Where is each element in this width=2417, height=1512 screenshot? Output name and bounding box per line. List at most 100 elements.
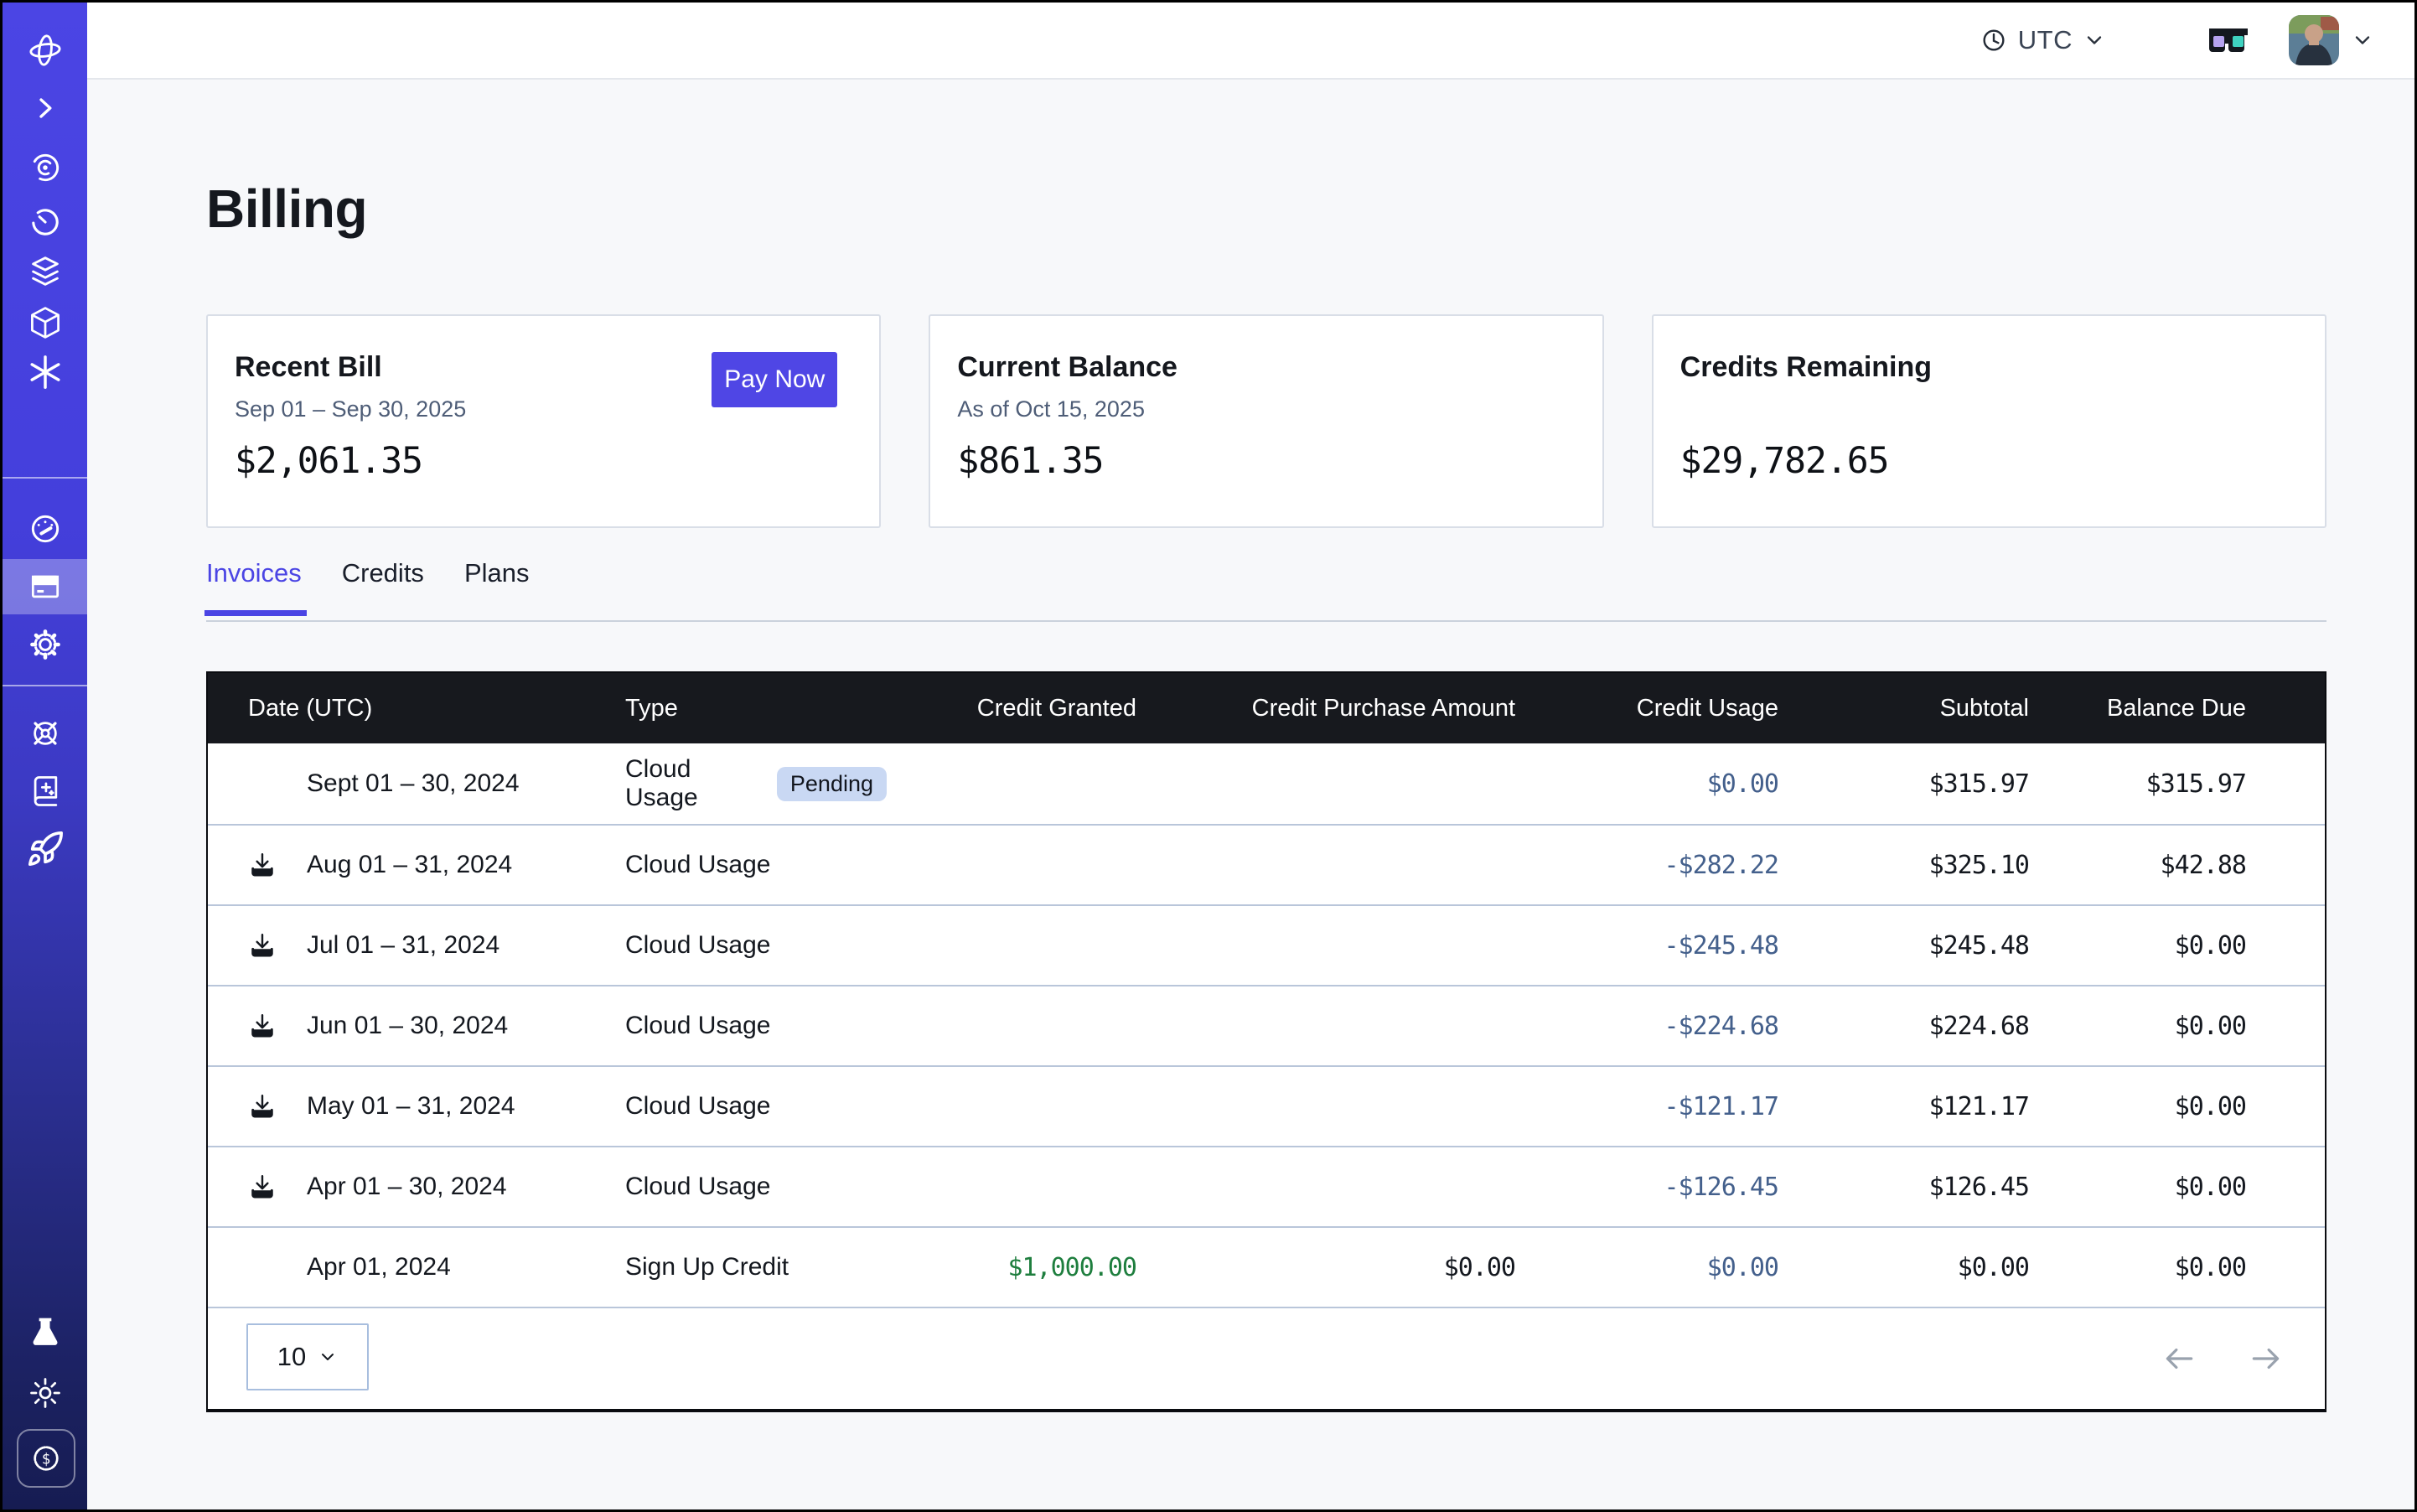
account-menu-button[interactable]	[2351, 28, 2374, 52]
table-pagination: 10	[208, 1307, 2325, 1409]
invoice-date: Apr 01 – 30, 2024	[307, 1173, 507, 1201]
tabs-baseline	[206, 620, 2326, 622]
subtotal-value: $0.00	[1778, 1253, 2029, 1282]
table-row: Jun 01 – 30, 2024Cloud Usage-$224.68$224…	[208, 985, 2325, 1065]
billing-page: $ UTC	[0, 0, 2417, 1512]
credit-usage-value: -$282.22	[1515, 851, 1778, 880]
view-mode-button[interactable]	[2207, 25, 2250, 55]
chevron-down-icon	[318, 1347, 338, 1367]
invoice-date-cell: Jun 01 – 30, 2024	[248, 1012, 625, 1040]
balance-due-value: $315.97	[2029, 769, 2246, 799]
credit-usage-value: $0.00	[1515, 769, 1778, 799]
download-invoice-button[interactable]	[248, 931, 307, 960]
invoice-type: Cloud Usage	[625, 931, 770, 960]
table-row: Aug 01 – 31, 2024Cloud Usage-$282.22$325…	[208, 824, 2325, 904]
invoice-type: Cloud Usage	[625, 1092, 770, 1121]
column-header: Balance Due	[2029, 695, 2246, 722]
tab-label: Plans	[464, 558, 530, 588]
page-size-select[interactable]: 10	[246, 1323, 369, 1390]
invoice-date: Jun 01 – 30, 2024	[307, 1012, 508, 1040]
invoice-type: Cloud Usage	[625, 755, 757, 812]
subtotal-value: $245.48	[1778, 931, 2029, 961]
download-icon	[248, 1173, 277, 1201]
tab-credits[interactable]: Credits	[342, 558, 424, 615]
radar-eye-icon[interactable]	[3, 141, 87, 194]
balance-due-value: $0.00	[2029, 931, 2246, 961]
download-icon	[248, 1012, 277, 1040]
avatar[interactable]	[2289, 15, 2339, 65]
table-row: Apr 01 – 30, 2024Cloud Usage-$126.45$126…	[208, 1146, 2325, 1226]
credit-granted-value: $1,000.00	[887, 1253, 1136, 1282]
invoice-date: Sept 01 – 30, 2024	[307, 769, 520, 798]
card-title: Credits Remaining	[1680, 351, 1932, 384]
svg-text:$: $	[42, 1451, 50, 1468]
credit-usage-value: -$126.45	[1515, 1173, 1778, 1202]
sun-icon[interactable]	[3, 1366, 87, 1420]
arrow-left-icon	[2161, 1341, 2197, 1376]
credit-usage-value: -$245.48	[1515, 931, 1778, 961]
card-title: Recent Bill	[235, 351, 382, 384]
layers-icon[interactable]	[3, 245, 87, 298]
tab-plans[interactable]: Plans	[464, 558, 530, 615]
gauge-icon[interactable]	[3, 502, 87, 556]
tab-invoices[interactable]: Invoices	[206, 558, 302, 615]
invoice-date-cell: Jul 01 – 31, 2024	[248, 931, 625, 960]
invoice-type: Sign Up Credit	[625, 1253, 789, 1282]
chevron-right-icon[interactable]	[3, 81, 87, 135]
download-invoice-button[interactable]	[248, 1012, 307, 1040]
balance-due-value: $42.88	[2029, 851, 2246, 880]
table-row: Apr 01, 2024Sign Up Credit$1,000.00$0.00…	[208, 1226, 2325, 1307]
invoice-type-cell: Cloud Usage	[625, 1012, 887, 1040]
invoice-type-cell: Cloud Usage	[625, 931, 887, 960]
next-page-button[interactable]	[2243, 1335, 2290, 1382]
helm-wheel-icon[interactable]	[3, 707, 87, 760]
invoice-type: Cloud Usage	[625, 1173, 770, 1201]
download-icon	[248, 851, 277, 879]
current-balance-card: Current Balance As of Oct 15, 2025 $861.…	[929, 314, 1603, 528]
sidebar-divider	[3, 685, 87, 686]
invoice-type-cell: Sign Up Credit	[625, 1253, 887, 1282]
cube-icon[interactable]	[3, 296, 87, 350]
credit-usage-value: $0.00	[1515, 1253, 1778, 1282]
invoice-date-cell: Apr 01 – 30, 2024	[248, 1173, 625, 1201]
credit-usage-value: -$121.17	[1515, 1092, 1778, 1121]
credits-badge-button[interactable]: $	[17, 1429, 75, 1488]
asterisk-icon[interactable]	[3, 345, 87, 399]
prev-page-button[interactable]	[2156, 1335, 2202, 1382]
table-row: Sept 01 – 30, 2024 Cloud Usage Pending $0.0…	[208, 743, 2325, 824]
book-sparkles-icon[interactable]	[3, 764, 87, 818]
billing-tabs: Invoices Credits Plans	[206, 558, 2326, 622]
rocket-icon[interactable]	[3, 822, 87, 876]
column-header: Date (UTC)	[248, 695, 625, 722]
invoice-type-cell: Cloud Usage Pending	[625, 755, 887, 812]
credits-remaining-amount: $29,782.65	[1680, 440, 1889, 482]
download-invoice-button[interactable]	[248, 851, 307, 879]
card-subtitle: Sep 01 – Sep 30, 2025	[235, 396, 466, 422]
column-header: Subtotal	[1778, 695, 2029, 722]
active-tab-underline	[204, 610, 307, 616]
history-clock-icon[interactable]	[3, 195, 87, 249]
status-badge: Pending	[777, 767, 887, 801]
sidebar-divider	[3, 477, 87, 479]
subtotal-value: $121.17	[1778, 1092, 2029, 1121]
timezone-select[interactable]: UTC	[1980, 25, 2106, 55]
billing-card-icon[interactable]	[3, 560, 87, 614]
subtotal-value: $325.10	[1778, 851, 2029, 880]
invoice-type: Cloud Usage	[625, 1012, 770, 1040]
logo-orbit-icon[interactable]	[3, 23, 87, 77]
credit-purchase-value: $0.00	[1136, 1253, 1515, 1282]
3d-glasses-icon	[2207, 25, 2250, 55]
download-invoice-button[interactable]	[248, 1173, 307, 1201]
invoice-date: Apr 01, 2024	[307, 1253, 451, 1282]
column-header: Credit Purchase Amount	[1136, 695, 1515, 722]
balance-due-value: $0.00	[2029, 1092, 2246, 1121]
invoice-type-cell: Cloud Usage	[625, 1173, 887, 1201]
credit-usage-value: -$224.68	[1515, 1012, 1778, 1041]
balance-due-value: $0.00	[2029, 1012, 2246, 1041]
clock-icon	[1980, 26, 2008, 54]
gear-icon[interactable]	[3, 618, 87, 671]
card-title: Current Balance	[957, 351, 1177, 384]
pay-now-button[interactable]: Pay Now	[712, 352, 837, 407]
download-invoice-button[interactable]	[248, 1092, 307, 1121]
flask-icon[interactable]	[3, 1307, 87, 1360]
